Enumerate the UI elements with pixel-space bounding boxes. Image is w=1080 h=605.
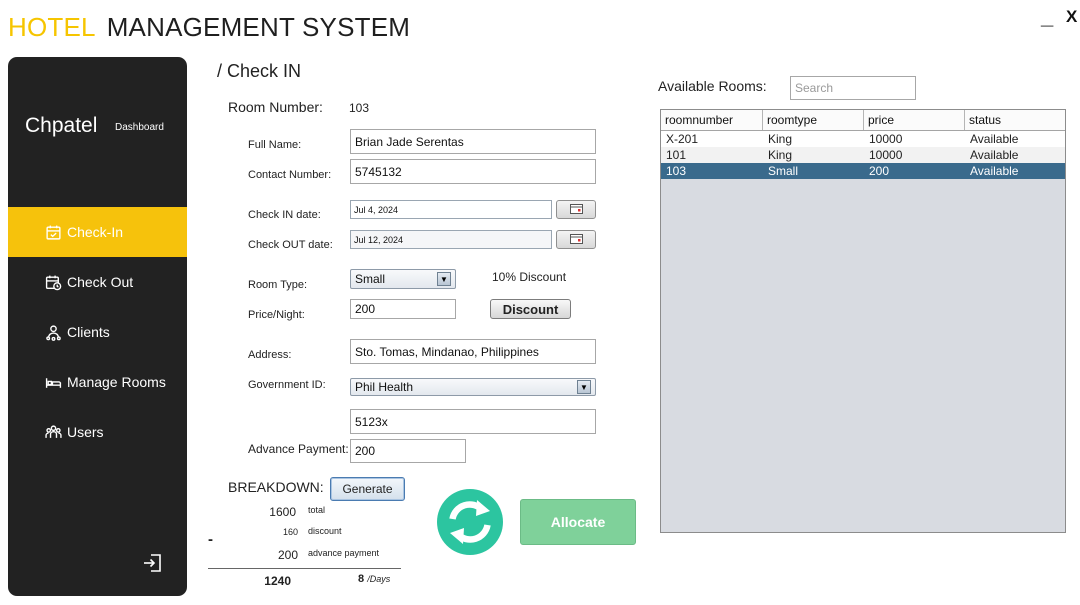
rooms-table: roomnumber roomtype price status X-201 K… [660, 109, 1066, 533]
column-header[interactable]: roomnumber [661, 110, 763, 130]
table-cell: 10000 [869, 132, 903, 146]
breakdown-label: BREAKDOWN: [228, 479, 324, 495]
table-cell: Available [970, 164, 1019, 178]
table-cell: 10000 [869, 148, 903, 162]
sidebar-item-users[interactable]: Users [8, 407, 187, 457]
sidebar-item-label: Check-In [67, 224, 124, 240]
minimize-button[interactable]: _ [1041, 4, 1053, 30]
breakdown-minus-sign: - [208, 531, 213, 548]
breakdown-discount: 160 [282, 527, 298, 537]
government-id-number-field[interactable]: 5123x [350, 409, 596, 434]
refresh-icon[interactable] [437, 489, 503, 555]
table-cell: X-201 [666, 132, 699, 146]
sidebar-item-label: Users [67, 424, 104, 440]
sidebar-item-check-in[interactable]: Check-In [8, 207, 187, 257]
chevron-down-icon: ▼ [437, 272, 451, 286]
table-cell: Available [970, 132, 1019, 146]
table-cell: 101 [666, 148, 687, 162]
calendar-check-icon [43, 223, 63, 241]
column-header[interactable]: roomtype [763, 110, 864, 130]
room-number-label: Room Number: [228, 99, 323, 115]
contact-number-field[interactable]: 5745132 [350, 159, 596, 184]
breakdown-days-count: 8 [358, 573, 365, 585]
brand-subtitle: Dashboard [115, 122, 164, 133]
address-field[interactable]: Sto. Tomas, Mindanao, Philippines [350, 339, 596, 364]
check-in-date-field[interactable]: Jul 4, 2024 [350, 200, 552, 219]
users-icon [43, 423, 63, 441]
discount-info: 10% Discount [492, 270, 567, 284]
column-header[interactable]: price [864, 110, 965, 130]
breakdown-divider [208, 568, 401, 569]
government-id-type: Phil Health [355, 380, 414, 394]
table-cell: King [768, 132, 793, 146]
full-name-label: Full Name: [248, 139, 302, 151]
chevron-down-icon: ▼ [577, 380, 591, 394]
breadcrumb: / Check IN [217, 61, 302, 81]
table-header: roomnumber roomtype price status [661, 110, 1065, 131]
government-id-select[interactable]: Phil Health ▼ [350, 378, 596, 396]
table-row-selected[interactable]: 103 Small 200 Available [661, 163, 1065, 179]
table-row[interactable]: X-201 King 10000 Available [661, 131, 1065, 147]
app-title-accent: HOTEL [8, 12, 96, 42]
sidebar-item-label: Manage Rooms [67, 374, 166, 390]
sidebar-item-check-out[interactable]: Check Out [8, 257, 187, 307]
breakdown-days: 8 /Days [358, 573, 390, 585]
contact-number-label: Contact Number: [248, 169, 332, 181]
column-header[interactable]: status [965, 110, 1065, 130]
calendar-clock-icon [43, 273, 63, 291]
breakdown-advance: 200 [277, 548, 298, 562]
advance-payment-field[interactable]: 200 [350, 439, 466, 463]
sidebar: Chpatel Dashboard Check-In Check Out Cli… [8, 57, 187, 596]
check-out-date-label: Check OUT date: [248, 239, 333, 251]
bed-icon [43, 373, 63, 391]
allocate-button[interactable]: Allocate [520, 499, 636, 545]
table-cell: 103 [666, 164, 687, 178]
breakdown-days-unit: /Days [367, 574, 391, 584]
sidebar-item-clients[interactable]: Clients [8, 307, 187, 357]
breakdown-result: 1240 [264, 574, 291, 588]
breakdown-discount-label: discount [308, 526, 342, 536]
brand-name: Chpatel [25, 114, 98, 137]
price-per-night-label: Price/Night: [248, 309, 305, 321]
check-in-date-label: Check IN date: [248, 209, 321, 221]
breakdown-total-label: total [308, 505, 326, 515]
sidebar-item-manage-rooms[interactable]: Manage Rooms [8, 357, 187, 407]
table-cell: King [768, 148, 793, 162]
breakdown-advance-label: advance payment [308, 548, 380, 558]
table-cell: Available [970, 148, 1019, 162]
check-out-date-field[interactable]: Jul 12, 2024 [350, 230, 552, 249]
sidebar-item-label: Clients [67, 324, 110, 340]
room-number-value: 103 [349, 101, 370, 115]
room-type-label: Room Type: [248, 279, 308, 291]
close-button[interactable]: X [1066, 7, 1077, 27]
advance-payment-label: Advance Payment: [248, 442, 349, 456]
search-input[interactable] [790, 76, 916, 100]
table-row[interactable]: 101 King 10000 Available [661, 147, 1065, 163]
calendar-icon [569, 201, 583, 219]
table-cell: Small [768, 164, 799, 178]
app-title: HOTEL MANAGEMENT SYSTEM [8, 12, 410, 43]
government-id-label: Government ID: [248, 379, 326, 391]
logout-icon[interactable] [142, 552, 164, 574]
clients-icon [43, 323, 63, 341]
calendar-icon [569, 231, 583, 249]
check-out-calendar-button[interactable] [556, 230, 596, 249]
room-type-value: Small [355, 272, 386, 286]
discount-button[interactable]: Discount [490, 299, 571, 319]
generate-button[interactable]: Generate [330, 477, 405, 501]
address-label: Address: [248, 349, 292, 361]
check-in-calendar-button[interactable] [556, 200, 596, 219]
sidebar-item-label: Check Out [67, 274, 134, 290]
table-cell: 200 [869, 164, 890, 178]
price-per-night-field[interactable]: 200 [350, 299, 456, 319]
available-rooms-label: Available Rooms: [658, 78, 767, 94]
breakdown-total: 1600 [269, 505, 296, 519]
room-type-select[interactable]: Small ▼ [350, 269, 456, 289]
app-title-rest: MANAGEMENT SYSTEM [106, 12, 411, 42]
full-name-field[interactable]: Brian Jade Serentas [350, 129, 596, 154]
